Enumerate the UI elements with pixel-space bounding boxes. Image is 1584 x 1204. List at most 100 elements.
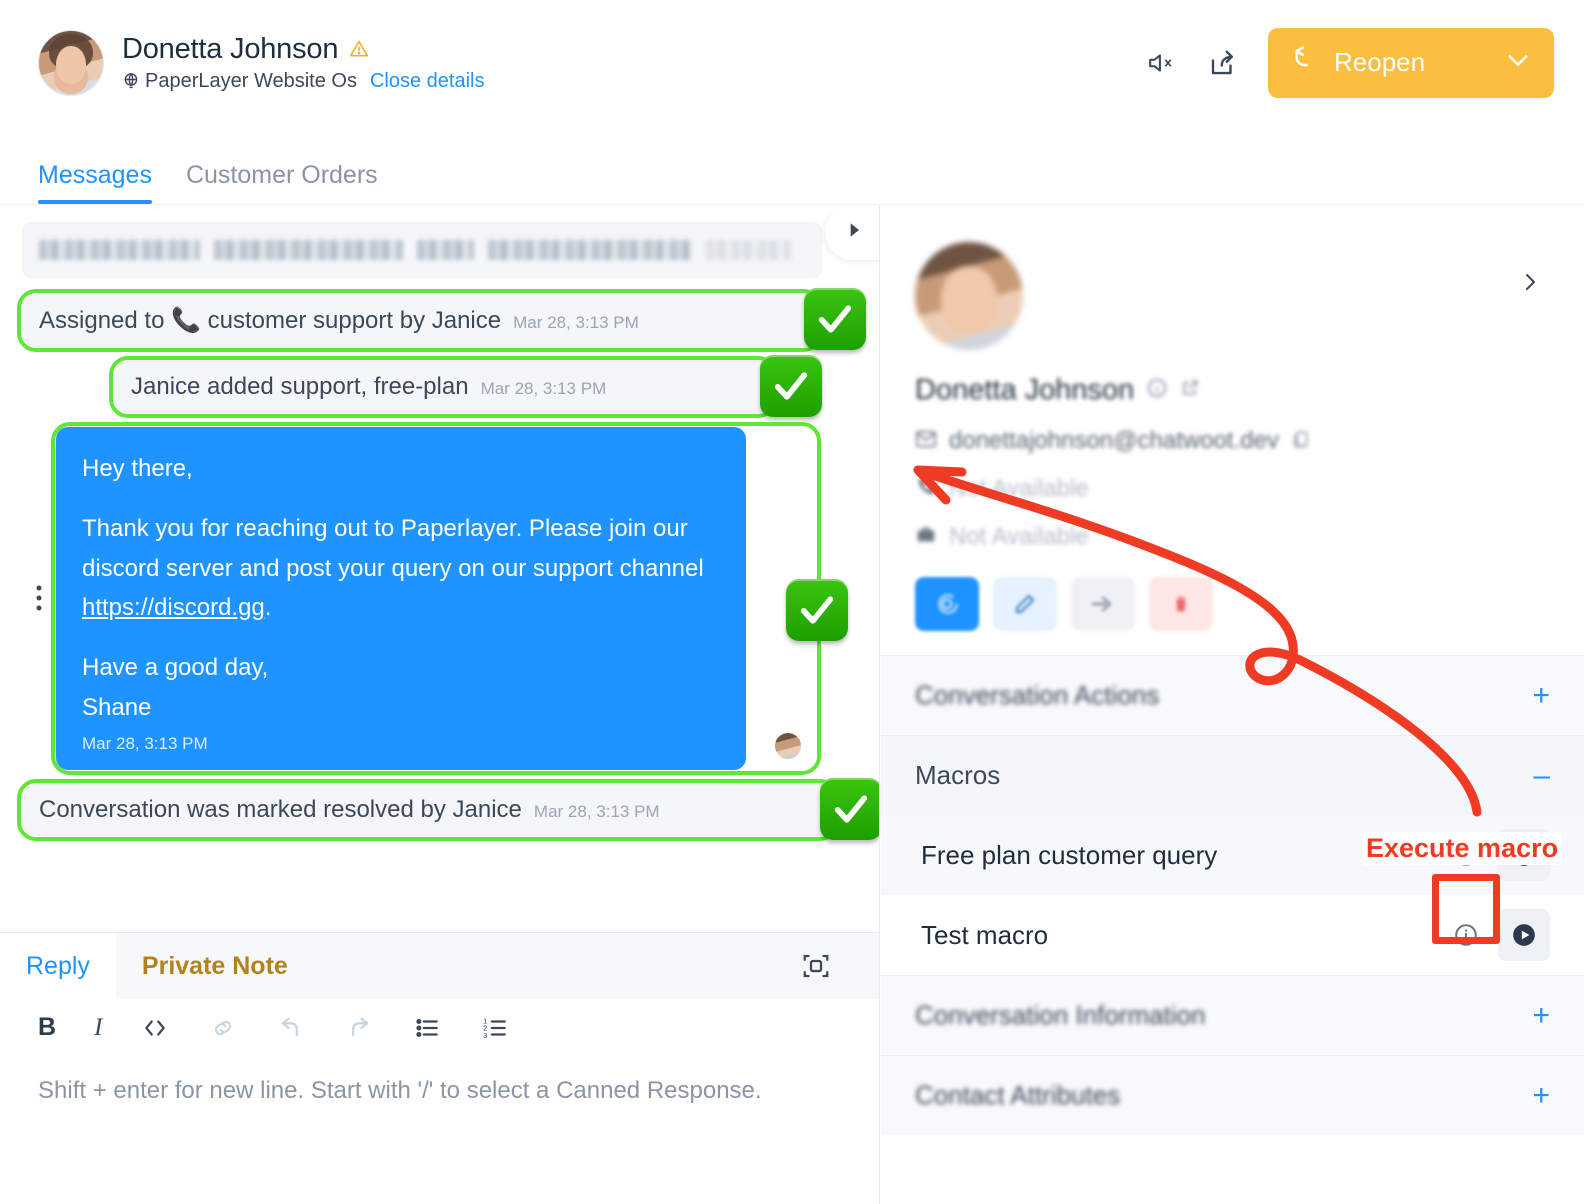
avatar: [38, 29, 104, 96]
message-pane: Assigned to 📞 customer support by Janice…: [0, 206, 880, 1204]
system-message-assigned: Assigned to 📞 customer support by Janice…: [17, 289, 823, 352]
close-details-link[interactable]: Close details: [370, 70, 485, 93]
reply-composer: Reply Private Note B I 1 2 3 Shift + ent…: [0, 932, 879, 1204]
info-circle-icon[interactable]: [1146, 377, 1168, 404]
section-label: Macros: [915, 760, 1001, 790]
message-options-icon[interactable]: [22, 427, 56, 770]
page-title: Donetta Johnson: [122, 32, 339, 65]
section-toggle-icon[interactable]: +: [1532, 1000, 1550, 1031]
table-row: Janice added support, free-plan Mar 28, …: [109, 355, 822, 418]
timestamp: Mar 28, 3:13 PM: [480, 379, 607, 398]
code-icon[interactable]: [140, 1015, 170, 1041]
discord-link[interactable]: https://discord.gg: [82, 594, 265, 621]
section-label: Contact Attributes: [915, 1080, 1121, 1110]
bullet-list-icon[interactable]: [412, 1015, 442, 1041]
redacted-system-message: [22, 222, 822, 278]
section-toggle-icon[interactable]: –: [1533, 760, 1550, 791]
share-arrow-icon[interactable]: [1206, 46, 1240, 80]
contact-email: donettajohnson@chatwoot.dev: [949, 427, 1279, 454]
agent-message-row: Hey there, Thank you for reaching out to…: [22, 422, 857, 775]
annotation-check-badge: [760, 355, 822, 417]
reply-input-placeholder[interactable]: Shift + enter for new line. Start with '…: [0, 1050, 800, 1111]
delete-action-button[interactable]: [1149, 577, 1213, 631]
contact-company: Not Available: [949, 523, 1089, 550]
reopen-label: Reopen: [1334, 47, 1426, 77]
tab-messages[interactable]: Messages: [38, 161, 152, 204]
contact-company-row: Not Available: [915, 523, 1550, 551]
chevron-down-icon[interactable]: [1504, 46, 1532, 79]
message-action-button[interactable]: [915, 577, 979, 631]
avatar: [915, 242, 1023, 350]
message-link-suffix: .: [264, 594, 272, 622]
sidebar-section-conversation-actions[interactable]: Conversation Actions +: [881, 655, 1584, 735]
agent-message-annotation: Hey there, Thank you for reaching out to…: [51, 422, 848, 775]
mute-speaker-icon[interactable]: [1144, 46, 1178, 80]
sidebar-section-macros[interactable]: Macros –: [881, 735, 1584, 815]
sidebar-section-conversation-information[interactable]: Conversation Information +: [881, 975, 1584, 1055]
system-message-added-label: Janice added support, free-plan Mar 28, …: [109, 356, 777, 418]
warning-triangle-icon: [348, 39, 370, 59]
annotation-check-badge: [786, 579, 848, 641]
signature-text: Shane: [82, 694, 152, 722]
info-circle-icon[interactable]: [1444, 833, 1488, 877]
bold-icon[interactable]: B: [38, 1013, 56, 1042]
contact-sidebar: Donetta Johnson donettajohnson@chatwoot.…: [881, 206, 1584, 1204]
chevron-right-icon[interactable]: [1518, 268, 1542, 301]
globe-icon: [122, 72, 140, 90]
macro-item-test-macro[interactable]: Test macro: [881, 895, 1584, 975]
table-row: Assigned to 📞 customer support by Janice…: [17, 288, 866, 352]
italic-icon[interactable]: I: [94, 1014, 102, 1042]
info-circle-icon[interactable]: [1444, 913, 1488, 957]
merge-action-button[interactable]: [1071, 577, 1135, 631]
tab-reply[interactable]: Reply: [0, 933, 116, 999]
system-message-text: Janice added support, free-plan: [131, 373, 469, 400]
header-actions: Reopen: [1144, 27, 1554, 98]
contact-email-row[interactable]: donettajohnson@chatwoot.dev: [915, 427, 1550, 455]
timestamp: Mar 28, 3:13 PM: [82, 733, 208, 753]
contact-card: Donetta Johnson donettajohnson@chatwoot.…: [881, 206, 1584, 655]
reopen-arrow-icon: [1288, 45, 1318, 80]
link-icon[interactable]: [208, 1015, 238, 1041]
macro-buttons: [1444, 829, 1550, 881]
reopen-button[interactable]: Reopen: [1268, 27, 1554, 98]
contact-phone: Not Available: [949, 475, 1089, 502]
closing-text: Have a good day,: [82, 654, 269, 682]
tab-private-note[interactable]: Private Note: [115, 933, 879, 999]
section-label: Conversation Actions: [915, 680, 1160, 710]
macro-name: Free plan customer query: [921, 839, 1218, 870]
section-toggle-icon[interactable]: +: [1532, 680, 1550, 711]
macro-name: Test macro: [921, 919, 1049, 950]
private-note-label: Private Note: [141, 951, 288, 980]
contact-action-buttons: [915, 577, 1550, 631]
svg-text:3: 3: [483, 1030, 487, 1039]
section-toggle-icon[interactable]: +: [1532, 1080, 1550, 1111]
tab-customer-orders[interactable]: Customer Orders: [186, 161, 378, 204]
ordered-list-icon[interactable]: 123: [480, 1015, 510, 1041]
message-line-greeting: Hey there,: [82, 455, 193, 482]
scroll-to-bottom-button[interactable]: [825, 206, 879, 260]
edit-action-button[interactable]: [993, 577, 1057, 631]
section-label: Conversation Information: [915, 1000, 1206, 1030]
external-link-icon[interactable]: [1180, 378, 1200, 403]
header-sub-row: PaperLayer Website Os Close details: [122, 70, 484, 93]
macro-buttons: [1444, 909, 1550, 961]
redo-icon[interactable]: [344, 1014, 374, 1042]
copy-icon[interactable]: [1291, 429, 1311, 454]
conversation-tabs: Messages Customer Orders: [0, 125, 1584, 205]
undo-icon[interactable]: [276, 1014, 306, 1042]
phone-icon: [915, 476, 937, 503]
message-body-text: Thank you for reaching out to Paperlayer…: [82, 514, 704, 582]
macro-item-free-plan-customer-query[interactable]: Free plan customer query: [881, 815, 1584, 895]
inbox-name: PaperLayer Website Os: [145, 69, 357, 92]
sender-avatar: [774, 731, 802, 760]
system-message-resolved: Conversation was marked resolved by Jani…: [17, 778, 839, 841]
conversation-header: Donetta Johnson PaperLayer Website Os Cl…: [0, 0, 1584, 125]
execute-macro-button[interactable]: [1498, 829, 1550, 881]
expand-fullscreen-icon[interactable]: [801, 951, 853, 981]
execute-macro-button[interactable]: [1498, 909, 1550, 961]
list-item: [22, 222, 857, 278]
annotation-check-badge: [820, 777, 879, 840]
message-list[interactable]: Assigned to 📞 customer support by Janice…: [0, 206, 879, 932]
contact-name-row: Donetta Johnson: [915, 374, 1550, 407]
sidebar-section-contact-attributes[interactable]: Contact Attributes +: [881, 1055, 1584, 1135]
